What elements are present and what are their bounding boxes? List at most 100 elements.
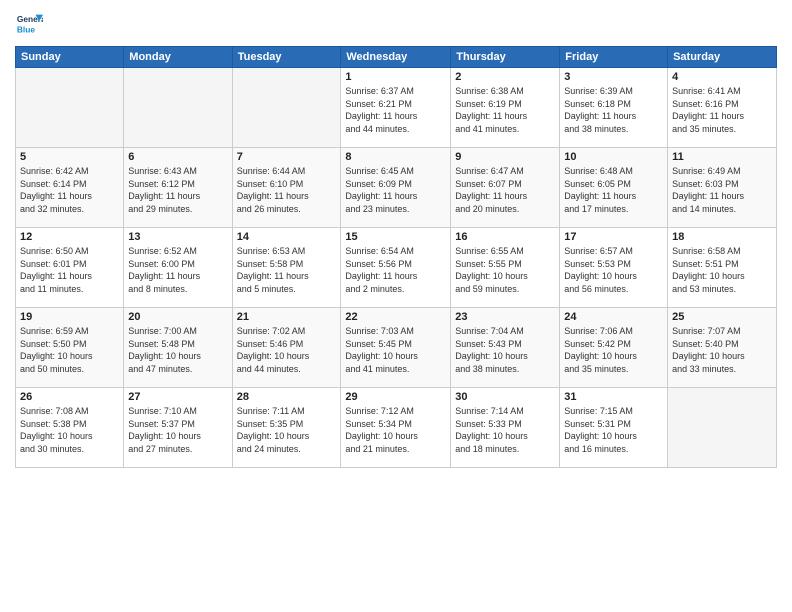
day-info: Sunrise: 6:38 AM Sunset: 6:19 PM Dayligh… — [455, 85, 555, 135]
day-number: 22 — [345, 311, 446, 323]
day-info: Sunrise: 6:47 AM Sunset: 6:07 PM Dayligh… — [455, 165, 555, 215]
day-number: 17 — [564, 231, 663, 243]
week-row-1: 1 Sunrise: 6:37 AM Sunset: 6:21 PM Daylig… — [16, 68, 777, 148]
day-info: Sunrise: 7:11 AM Sunset: 5:35 PM Dayligh… — [237, 405, 337, 455]
day-number: 15 — [345, 231, 446, 243]
calendar-cell: 13 Sunrise: 6:52 AM Sunset: 6:00 PM Dayli… — [124, 228, 232, 308]
calendar-cell — [16, 68, 124, 148]
day-number: 6 — [128, 151, 227, 163]
day-info: Sunrise: 7:12 AM Sunset: 5:34 PM Dayligh… — [345, 405, 446, 455]
calendar-cell: 5Sunrise: 6:42 AM Sunset: 6:14 PM Daylig… — [16, 148, 124, 228]
day-info: Sunrise: 6:39 AM Sunset: 6:18 PM Dayligh… — [564, 85, 663, 135]
weekday-header-monday: Monday — [124, 47, 232, 68]
day-info: Sunrise: 6:49 AM Sunset: 6:03 PM Dayligh… — [672, 165, 772, 215]
day-number: 27 — [128, 391, 227, 403]
day-number: 18 — [672, 231, 772, 243]
day-info: Sunrise: 6:37 AM Sunset: 6:21 PM Dayligh… — [345, 85, 446, 135]
day-number: 16 — [455, 231, 555, 243]
calendar-cell: 28 Sunrise: 7:11 AM Sunset: 5:35 PM Dayli… — [232, 388, 341, 468]
weekday-header-sunday: Sunday — [16, 47, 124, 68]
day-number: 1 — [345, 71, 446, 83]
day-info: Sunrise: 6:43 AM Sunset: 6:12 PM Dayligh… — [128, 165, 227, 215]
day-info: Sunrise: 7:03 AM Sunset: 5:45 PM Dayligh… — [345, 325, 446, 375]
week-row-3: 12 Sunrise: 6:50 AM Sunset: 6:01 PM Dayli… — [16, 228, 777, 308]
day-number: 11 — [672, 151, 772, 163]
day-number: 26 — [20, 391, 119, 403]
day-number: 5 — [20, 151, 119, 163]
calendar-cell: 12 Sunrise: 6:50 AM Sunset: 6:01 PM Dayli… — [16, 228, 124, 308]
day-number: 3 — [564, 71, 663, 83]
day-info: Sunrise: 6:50 AM Sunset: 6:01 PM Dayligh… — [20, 245, 119, 295]
day-info: Sunrise: 6:41 AM Sunset: 6:16 PM Dayligh… — [672, 85, 772, 135]
calendar-cell: 15Sunrise: 6:54 AM Sunset: 5:56 PM Dayli… — [341, 228, 451, 308]
calendar-cell: 8Sunrise: 6:45 AM Sunset: 6:09 PM Daylig… — [341, 148, 451, 228]
day-info: Sunrise: 6:53 AM Sunset: 5:58 PM Dayligh… — [237, 245, 337, 295]
day-number: 28 — [237, 391, 337, 403]
calendar-cell: 26 Sunrise: 7:08 AM Sunset: 5:38 PM Dayli… — [16, 388, 124, 468]
logo-icon: General Blue — [15, 10, 43, 38]
calendar-cell: 31Sunrise: 7:15 AM Sunset: 5:31 PM Dayli… — [560, 388, 668, 468]
calendar-cell: 17 Sunrise: 6:57 AM Sunset: 5:53 PM Dayli… — [560, 228, 668, 308]
day-number: 20 — [128, 311, 227, 323]
day-info: Sunrise: 7:06 AM Sunset: 5:42 PM Dayligh… — [564, 325, 663, 375]
day-number: 4 — [672, 71, 772, 83]
day-info: Sunrise: 7:14 AM Sunset: 5:33 PM Dayligh… — [455, 405, 555, 455]
calendar-cell: 16 Sunrise: 6:55 AM Sunset: 5:55 PM Dayli… — [451, 228, 560, 308]
day-info: Sunrise: 6:58 AM Sunset: 5:51 PM Dayligh… — [672, 245, 772, 295]
day-number: 13 — [128, 231, 227, 243]
calendar-cell: 9Sunrise: 6:47 AM Sunset: 6:07 PM Daylig… — [451, 148, 560, 228]
calendar-cell: 3 Sunrise: 6:39 AM Sunset: 6:18 PM Daylig… — [560, 68, 668, 148]
calendar-cell: 10Sunrise: 6:48 AM Sunset: 6:05 PM Dayli… — [560, 148, 668, 228]
day-number: 19 — [20, 311, 119, 323]
calendar-cell — [232, 68, 341, 148]
calendar-cell: 1 Sunrise: 6:37 AM Sunset: 6:21 PM Daylig… — [341, 68, 451, 148]
calendar-cell: 20Sunrise: 7:00 AM Sunset: 5:48 PM Dayli… — [124, 308, 232, 388]
calendar-cell — [668, 388, 777, 468]
weekday-header-wednesday: Wednesday — [341, 47, 451, 68]
calendar-cell: 29 Sunrise: 7:12 AM Sunset: 5:34 PM Dayli… — [341, 388, 451, 468]
day-info: Sunrise: 7:08 AM Sunset: 5:38 PM Dayligh… — [20, 405, 119, 455]
calendar-cell: 6 Sunrise: 6:43 AM Sunset: 6:12 PM Daylig… — [124, 148, 232, 228]
day-info: Sunrise: 6:57 AM Sunset: 5:53 PM Dayligh… — [564, 245, 663, 295]
day-info: Sunrise: 7:15 AM Sunset: 5:31 PM Dayligh… — [564, 405, 663, 455]
weekday-header-friday: Friday — [560, 47, 668, 68]
day-info: Sunrise: 7:10 AM Sunset: 5:37 PM Dayligh… — [128, 405, 227, 455]
calendar: SundayMondayTuesdayWednesdayThursdayFrid… — [15, 46, 777, 468]
week-row-4: 19 Sunrise: 6:59 AM Sunset: 5:50 PM Dayli… — [16, 308, 777, 388]
weekday-header-thursday: Thursday — [451, 47, 560, 68]
day-number: 8 — [345, 151, 446, 163]
calendar-cell: 4 Sunrise: 6:41 AM Sunset: 6:16 PM Daylig… — [668, 68, 777, 148]
day-number: 21 — [237, 311, 337, 323]
day-number: 14 — [237, 231, 337, 243]
day-number: 12 — [20, 231, 119, 243]
day-info: Sunrise: 7:07 AM Sunset: 5:40 PM Dayligh… — [672, 325, 772, 375]
day-info: Sunrise: 6:52 AM Sunset: 6:00 PM Dayligh… — [128, 245, 227, 295]
calendar-cell: 25 Sunrise: 7:07 AM Sunset: 5:40 PM Dayli… — [668, 308, 777, 388]
calendar-cell: 23Sunrise: 7:04 AM Sunset: 5:43 PM Dayli… — [451, 308, 560, 388]
week-row-5: 26 Sunrise: 7:08 AM Sunset: 5:38 PM Dayli… — [16, 388, 777, 468]
day-number: 30 — [455, 391, 555, 403]
day-number: 25 — [672, 311, 772, 323]
day-info: Sunrise: 6:55 AM Sunset: 5:55 PM Dayligh… — [455, 245, 555, 295]
calendar-cell: 2 Sunrise: 6:38 AM Sunset: 6:19 PM Daylig… — [451, 68, 560, 148]
calendar-cell — [124, 68, 232, 148]
page: General Blue SundayMondayTuesdayWednesda… — [0, 0, 792, 612]
day-number: 24 — [564, 311, 663, 323]
header: General Blue — [15, 10, 777, 38]
day-number: 7 — [237, 151, 337, 163]
weekday-header-saturday: Saturday — [668, 47, 777, 68]
weekday-header-row: SundayMondayTuesdayWednesdayThursdayFrid… — [16, 47, 777, 68]
week-row-2: 5Sunrise: 6:42 AM Sunset: 6:14 PM Daylig… — [16, 148, 777, 228]
calendar-cell: 7 Sunrise: 6:44 AM Sunset: 6:10 PM Daylig… — [232, 148, 341, 228]
day-number: 10 — [564, 151, 663, 163]
calendar-cell: 24 Sunrise: 7:06 AM Sunset: 5:42 PM Dayli… — [560, 308, 668, 388]
day-info: Sunrise: 6:44 AM Sunset: 6:10 PM Dayligh… — [237, 165, 337, 215]
day-number: 29 — [345, 391, 446, 403]
calendar-cell: 11 Sunrise: 6:49 AM Sunset: 6:03 PM Dayli… — [668, 148, 777, 228]
calendar-cell: 19 Sunrise: 6:59 AM Sunset: 5:50 PM Dayli… — [16, 308, 124, 388]
calendar-cell: 18 Sunrise: 6:58 AM Sunset: 5:51 PM Dayli… — [668, 228, 777, 308]
svg-text:Blue: Blue — [17, 24, 35, 34]
day-info: Sunrise: 7:04 AM Sunset: 5:43 PM Dayligh… — [455, 325, 555, 375]
day-info: Sunrise: 6:59 AM Sunset: 5:50 PM Dayligh… — [20, 325, 119, 375]
day-number: 2 — [455, 71, 555, 83]
